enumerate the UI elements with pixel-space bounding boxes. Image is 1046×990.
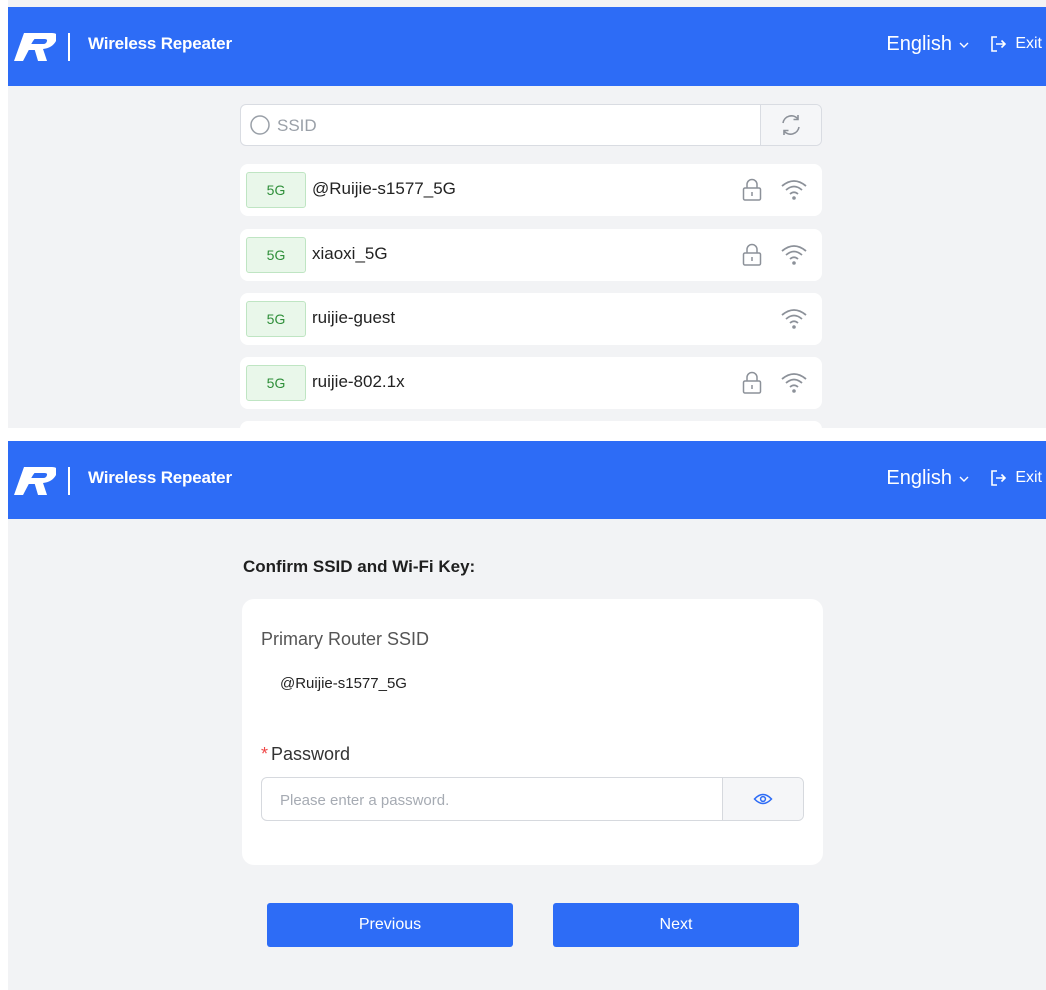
refresh-button[interactable] <box>760 105 821 145</box>
app-header: Wireless Repeater English Exit <box>8 441 1046 519</box>
confirm-title: Confirm SSID and Wi-Fi Key: <box>243 557 476 576</box>
search-icon <box>250 115 270 135</box>
wifi-signal-icon <box>781 309 807 329</box>
network-ssid: @Ruijie-s1577_5G <box>312 179 456 198</box>
exit-label: Exit <box>1015 469 1042 486</box>
band-badge: 5G <box>246 237 306 273</box>
wifi-network-item[interactable]: 5G ruijie-guest <box>240 293 822 345</box>
chevron-down-icon <box>959 42 969 48</box>
exit-button[interactable]: Exit <box>989 34 1042 54</box>
language-selector[interactable]: English <box>886 467 970 490</box>
logo-divider <box>68 33 70 61</box>
ssid-search-input[interactable] <box>275 111 759 141</box>
previous-button[interactable]: Previous <box>267 903 513 947</box>
band-badge: 5G <box>246 301 306 337</box>
wifi-list-panel: Wireless Repeater English Exit 5G@ <box>8 0 1046 428</box>
primary-ssid-value: @Ruijie-s1577_5G <box>280 675 407 692</box>
network-ssid: ruijie-802.1x <box>312 372 405 391</box>
wifi-network-item[interactable]: 5G @Ruijie-s1577_5G <box>240 164 822 216</box>
language-label: English <box>886 33 952 55</box>
ruijie-logo-icon <box>14 467 56 495</box>
chevron-down-icon <box>959 476 969 482</box>
wifi-signal-icon <box>781 373 807 393</box>
language-selector[interactable]: English <box>886 33 970 56</box>
confirm-panel: Wireless Repeater English Exit Confirm S… <box>8 441 1046 990</box>
next-button[interactable]: Next <box>553 903 799 947</box>
refresh-icon <box>782 115 800 135</box>
network-ssid: xiaoxi_5G <box>312 244 388 263</box>
eye-icon <box>753 793 773 805</box>
confirm-card: Primary Router SSID @Ruijie-s1577_5G * Pa… <box>242 599 823 865</box>
band-badge: 5G <box>246 365 306 401</box>
band-badge: 5G <box>246 172 306 208</box>
required-mark: * <box>261 744 269 764</box>
password-label: * Password <box>261 744 350 765</box>
lock-icon <box>742 178 762 201</box>
exit-button[interactable]: Exit <box>989 468 1042 488</box>
show-password-button[interactable] <box>722 778 803 820</box>
ssid-search-box <box>240 104 822 146</box>
exit-icon <box>991 470 1007 486</box>
wifi-signal-icon <box>781 245 807 265</box>
lock-icon <box>742 243 762 266</box>
primary-ssid-label: Primary Router SSID <box>261 629 430 649</box>
password-field <box>261 777 804 821</box>
app-header: Wireless Repeater English Exit <box>8 7 1046 86</box>
app-title: Wireless Repeater <box>88 34 232 53</box>
language-label: English <box>886 467 952 489</box>
exit-icon <box>991 36 1007 52</box>
app-title: Wireless Repeater <box>88 468 232 487</box>
exit-label: Exit <box>1015 35 1042 52</box>
password-label-text: Password <box>271 744 351 764</box>
wifi-signal-icon <box>781 180 807 200</box>
wifi-network-item[interactable]: 5G ruijie-802.1x <box>240 357 822 409</box>
network-ssid: ruijie-guest <box>312 308 396 327</box>
ruijie-logo-icon <box>14 33 56 61</box>
wifi-network-item[interactable]: 5G xiaoxi_5G <box>240 229 822 281</box>
lock-icon <box>742 371 762 394</box>
wifi-network-item[interactable] <box>240 421 822 428</box>
password-input[interactable] <box>278 786 712 814</box>
logo-divider <box>68 467 70 495</box>
